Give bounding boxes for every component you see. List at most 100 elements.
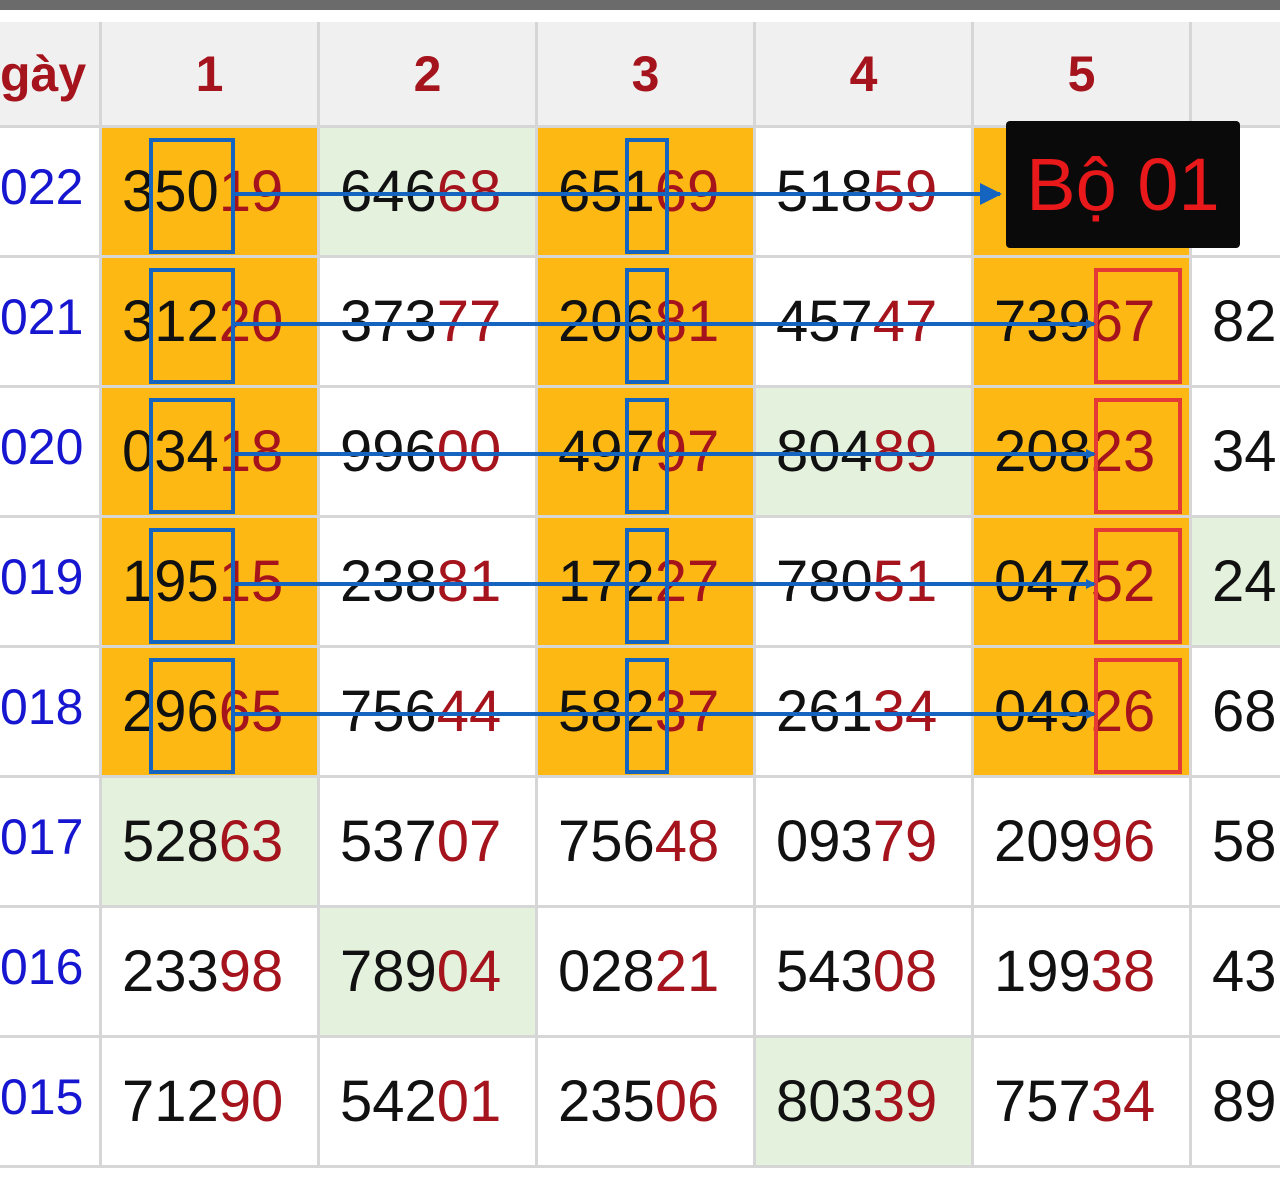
result-suffix: 00 bbox=[436, 419, 502, 484]
result-prefix: 373 bbox=[340, 289, 437, 354]
result-prefix: 582 bbox=[558, 679, 655, 744]
result-suffix: 27 bbox=[654, 549, 720, 614]
result-prefix: 238 bbox=[340, 549, 437, 614]
result-cell: 047 52 bbox=[974, 518, 1192, 648]
result-suffix: 44 bbox=[436, 679, 502, 744]
result-cell-partial: 89 bbox=[1192, 1038, 1280, 1168]
result-prefix: 049 bbox=[994, 679, 1091, 744]
row-date-label: 021 bbox=[0, 258, 102, 388]
row-date-label: 018 bbox=[0, 648, 102, 778]
result-suffix: 20 bbox=[218, 289, 284, 354]
result-prefix: 028 bbox=[558, 939, 655, 1004]
row-date-label: 017 bbox=[0, 778, 102, 908]
result-suffix: 51 bbox=[872, 549, 938, 614]
result-cell: 518 59 bbox=[756, 128, 974, 258]
result-prefix: 804 bbox=[776, 419, 873, 484]
result-suffix: 68 bbox=[436, 159, 502, 224]
row-date-label: 019 bbox=[0, 518, 102, 648]
row-date-label: 022 bbox=[0, 128, 102, 258]
result-cell: 034 18 bbox=[102, 388, 320, 518]
result-suffix: 39 bbox=[872, 1069, 938, 1134]
result-cell: 780 51 bbox=[756, 518, 974, 648]
result-suffix: 77 bbox=[436, 289, 502, 354]
result-cell: 238 81 bbox=[320, 518, 538, 648]
result-suffix: 98 bbox=[218, 939, 284, 1004]
header-column-2: 2 bbox=[320, 22, 538, 128]
result-cell-partial: 58 bbox=[1192, 778, 1280, 908]
result-suffix: 96 bbox=[1090, 809, 1156, 874]
result-suffix: 81 bbox=[436, 549, 502, 614]
result-partial-text: 68 bbox=[1212, 679, 1277, 744]
result-prefix: 497 bbox=[558, 419, 655, 484]
result-suffix: 67 bbox=[1090, 289, 1156, 354]
result-prefix: 172 bbox=[558, 549, 655, 614]
result-cell: 199 38 bbox=[974, 908, 1192, 1038]
result-partial-text: 82 bbox=[1212, 289, 1277, 354]
result-prefix: 199 bbox=[994, 939, 1091, 1004]
result-prefix: 537 bbox=[340, 809, 437, 874]
header-column-1: 1 bbox=[102, 22, 320, 128]
result-cell: 756 44 bbox=[320, 648, 538, 778]
result-cell-partial: 68 bbox=[1192, 648, 1280, 778]
result-prefix: 756 bbox=[558, 809, 655, 874]
result-suffix: 01 bbox=[436, 1069, 502, 1134]
result-prefix: 208 bbox=[994, 419, 1091, 484]
result-cell: 497 97 bbox=[538, 388, 756, 518]
result-cell: 028 21 bbox=[538, 908, 756, 1038]
result-prefix: 712 bbox=[122, 1069, 219, 1134]
result-cell: 350 19 bbox=[102, 128, 320, 258]
result-partial-text: 34 bbox=[1212, 419, 1277, 484]
result-prefix: 789 bbox=[340, 939, 437, 1004]
top-border bbox=[0, 0, 1280, 22]
result-suffix: 81 bbox=[654, 289, 720, 354]
result-suffix: 65 bbox=[218, 679, 284, 744]
result-prefix: 646 bbox=[340, 159, 437, 224]
result-cell: 206 81 bbox=[538, 258, 756, 388]
row-date-label: 016 bbox=[0, 908, 102, 1038]
result-cell: 093 79 bbox=[756, 778, 974, 908]
result-suffix: 90 bbox=[218, 1069, 284, 1134]
result-prefix: 528 bbox=[122, 809, 219, 874]
result-cell-partial: 43 bbox=[1192, 908, 1280, 1038]
result-prefix: 093 bbox=[776, 809, 873, 874]
result-prefix: 195 bbox=[122, 549, 219, 614]
result-cell: 373 77 bbox=[320, 258, 538, 388]
result-cell: 233 98 bbox=[102, 908, 320, 1038]
result-suffix: 07 bbox=[436, 809, 502, 874]
header-column-5: 5 bbox=[974, 22, 1192, 128]
result-prefix: 235 bbox=[558, 1069, 655, 1134]
result-prefix: 543 bbox=[776, 939, 873, 1004]
result-suffix: 21 bbox=[654, 939, 720, 1004]
result-cell: 756 48 bbox=[538, 778, 756, 908]
result-suffix: 26 bbox=[1090, 679, 1156, 744]
result-suffix: 06 bbox=[654, 1069, 720, 1134]
result-partial-text: 24 bbox=[1212, 549, 1277, 614]
result-prefix: 350 bbox=[122, 159, 219, 224]
result-cell: 195 15 bbox=[102, 518, 320, 648]
header-column-extra bbox=[1192, 22, 1280, 128]
result-suffix: 63 bbox=[218, 809, 284, 874]
result-prefix: 261 bbox=[776, 679, 873, 744]
result-cell: 739 67 bbox=[974, 258, 1192, 388]
result-prefix: 047 bbox=[994, 549, 1091, 614]
header-column-3: 3 bbox=[538, 22, 756, 128]
result-cell: 457 47 bbox=[756, 258, 974, 388]
result-suffix: 59 bbox=[872, 159, 938, 224]
result-prefix: 034 bbox=[122, 419, 219, 484]
result-prefix: 996 bbox=[340, 419, 437, 484]
result-suffix: 34 bbox=[872, 679, 938, 744]
result-prefix: 209 bbox=[994, 809, 1091, 874]
result-suffix: 79 bbox=[872, 809, 938, 874]
result-cell: 208 23 bbox=[974, 388, 1192, 518]
result-prefix: 542 bbox=[340, 1069, 437, 1134]
result-suffix: 89 bbox=[872, 419, 938, 484]
result-cell: 651 69 bbox=[538, 128, 756, 258]
result-suffix: 47 bbox=[872, 289, 938, 354]
result-cell: 803 39 bbox=[756, 1038, 974, 1168]
result-suffix: 52 bbox=[1090, 549, 1156, 614]
header-column-4: 4 bbox=[756, 22, 974, 128]
result-cell: 528 63 bbox=[102, 778, 320, 908]
result-suffix: 04 bbox=[436, 939, 502, 1004]
header-date-label: gày bbox=[0, 22, 102, 128]
result-suffix: 37 bbox=[654, 679, 720, 744]
